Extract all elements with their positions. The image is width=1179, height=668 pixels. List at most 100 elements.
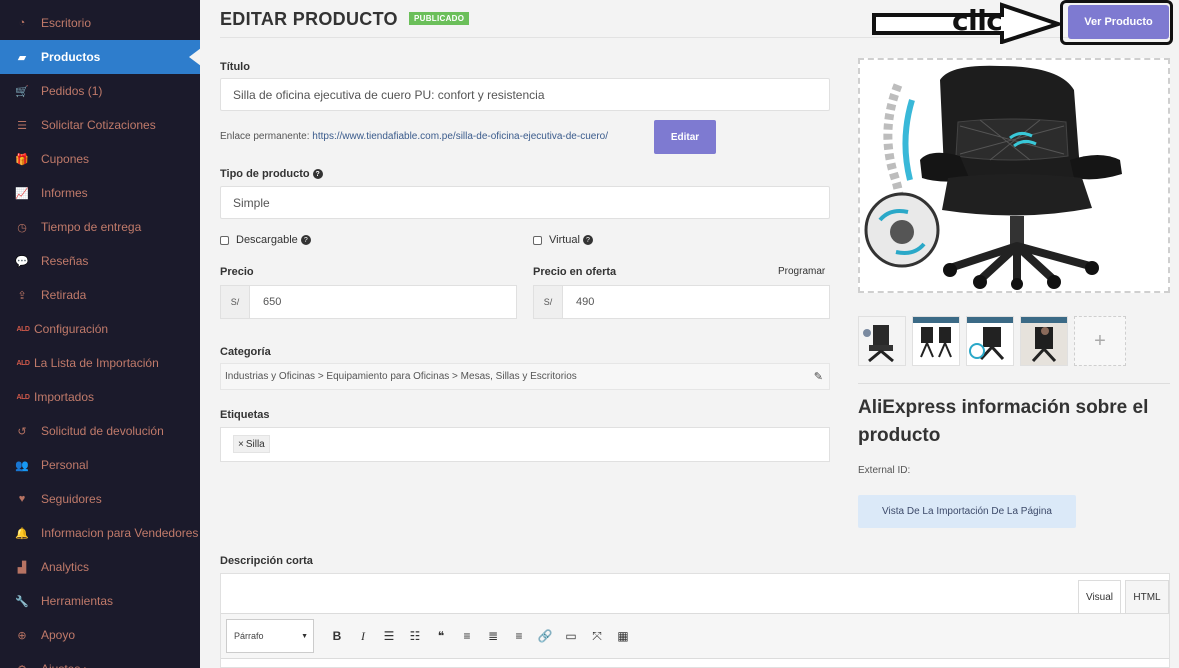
title-input-value: Silla de oficina ejecutiva de cuero PU: … bbox=[233, 87, 545, 102]
sidebar-item-label: Seguidores bbox=[41, 492, 102, 506]
sidebar-item[interactable]: ALD Configuración bbox=[0, 312, 200, 346]
globe-icon: ⊕ bbox=[17, 629, 27, 642]
virtual-label: Virtual bbox=[549, 234, 580, 246]
thumbnail[interactable] bbox=[966, 316, 1014, 366]
edit-icon[interactable]: ✎ bbox=[814, 370, 823, 383]
sidebar-item[interactable]: 🔧 Herramientas bbox=[0, 584, 200, 618]
product-type-value: Simple bbox=[233, 195, 270, 210]
price-label: Precio bbox=[220, 266, 254, 278]
editor-toolbar: Párrafo ▼ B I ☰ ☷ ❝ ≡ ≣ ≡ 🔗 ▭ ⤧ ▦ bbox=[221, 613, 1169, 659]
product-image[interactable] bbox=[858, 58, 1170, 293]
virtual-checkbox[interactable]: Virtual? bbox=[533, 234, 593, 246]
sidebar-item[interactable]: 🎁 Cupones bbox=[0, 142, 200, 176]
sidebar-item-label: Analytics bbox=[41, 560, 90, 574]
bullet-list-icon[interactable]: ☰ bbox=[379, 626, 399, 646]
aliexpress-logo-icon: ALD bbox=[16, 359, 30, 367]
cart-icon: 🛒 bbox=[15, 85, 29, 98]
view-product-button[interactable]: Ver Producto bbox=[1068, 5, 1169, 39]
remove-tag-icon[interactable]: × bbox=[238, 439, 244, 450]
category-label: Categoría bbox=[220, 346, 271, 358]
schedule-link[interactable]: Programar bbox=[778, 266, 825, 277]
heart-icon: ♥ bbox=[18, 493, 26, 505]
checkbox-box[interactable] bbox=[533, 235, 542, 245]
blockquote-icon[interactable]: ❝ bbox=[431, 626, 451, 646]
category-field[interactable]: Industrias y Oficinas > Equipamiento par… bbox=[220, 363, 830, 390]
help-icon[interactable]: ? bbox=[312, 169, 323, 180]
annotation-text: clic bbox=[952, 4, 1003, 37]
align-left-icon[interactable]: ≡ bbox=[457, 626, 477, 646]
caret-down-icon: ▼ bbox=[301, 633, 308, 640]
price-input[interactable]: S/ 650 bbox=[220, 285, 517, 319]
title-input[interactable]: Silla de oficina ejecutiva de cuero PU: … bbox=[220, 78, 830, 111]
sidebar-item[interactable]: 👥 Personal bbox=[0, 448, 200, 482]
sidebar-item[interactable]: ▟ Analytics bbox=[0, 550, 200, 584]
permalink: Enlace permanente: https://www.tiendafia… bbox=[220, 131, 608, 142]
sidebar-item-label: Solicitar Cotizaciones bbox=[41, 118, 156, 132]
sidebar-item-label: Herramientas bbox=[41, 594, 114, 608]
thumbnail[interactable] bbox=[1020, 316, 1068, 366]
sidebar-item-label: Ajustes › bbox=[41, 662, 88, 668]
bold-icon[interactable]: B bbox=[327, 626, 347, 646]
product-type-select[interactable]: Simple bbox=[220, 186, 830, 219]
sidebar-item[interactable]: ⊕ Apoyo bbox=[0, 618, 200, 652]
sidebar-item-label: Informacion para Vendedores bbox=[41, 526, 199, 540]
sidebar-item[interactable]: ♥ Seguidores bbox=[0, 482, 200, 516]
edit-permalink-button[interactable]: Editar bbox=[654, 120, 716, 154]
sidebar-menu: ◔ Escritorio ▰ Productos 🛒 Pedidos (1) ☰ Solici… bbox=[0, 6, 200, 668]
help-icon[interactable]: ? bbox=[582, 235, 593, 245]
sale-price-value: 490 bbox=[576, 296, 595, 308]
sidebar-item[interactable]: 🔔 Informacion para Vendedores bbox=[0, 516, 200, 550]
sidebar-item[interactable]: 💬 Reseñas bbox=[0, 244, 200, 278]
sidebar-item[interactable]: ▰ Productos bbox=[0, 40, 200, 74]
tag-label: Silla bbox=[245, 438, 265, 450]
users-icon: 👥 bbox=[15, 459, 29, 472]
link-icon[interactable]: 🔗 bbox=[535, 626, 555, 646]
sidebar-item[interactable]: 🛒 Pedidos (1) bbox=[0, 74, 200, 108]
short-description-label: Descripción corta bbox=[220, 555, 313, 567]
thumbnail[interactable] bbox=[858, 316, 906, 366]
fullscreen-icon[interactable]: ⤧ bbox=[587, 626, 607, 646]
sidebar-item[interactable]: 📈 Informes bbox=[0, 176, 200, 210]
sidebar: ◔ Escritorio ▰ Productos 🛒 Pedidos (1) ☰ Solici… bbox=[0, 0, 200, 668]
italic-icon[interactable]: I bbox=[353, 626, 373, 646]
sale-price-input[interactable]: S/ 490 bbox=[533, 285, 830, 319]
sidebar-item[interactable]: ALD La Lista de Importación bbox=[0, 346, 200, 380]
sidebar-item[interactable]: ⚙ Ajustes › bbox=[0, 652, 200, 668]
sidebar-item[interactable]: ⇪ Retirada bbox=[0, 278, 200, 312]
price-value: 650 bbox=[263, 296, 282, 308]
sidebar-item[interactable]: ◷ Tiempo de entrega bbox=[0, 210, 200, 244]
read-more-icon[interactable]: ▭ bbox=[561, 626, 581, 646]
downloadable-checkbox[interactable]: Descargable? bbox=[220, 234, 311, 246]
gear-icon: ⚙ bbox=[14, 662, 30, 668]
view-import-page-button[interactable]: Vista De La Importación De La Página bbox=[858, 495, 1076, 528]
tags-label: Etiquetas bbox=[220, 409, 270, 421]
align-right-icon[interactable]: ≡ bbox=[509, 626, 529, 646]
add-image-button[interactable]: + bbox=[1074, 316, 1126, 366]
numbered-list-icon[interactable]: ☷ bbox=[405, 626, 425, 646]
chart-line-icon: 📈 bbox=[15, 187, 29, 200]
aliexpress-logo-icon: ALD bbox=[16, 393, 30, 401]
tab-html[interactable]: HTML bbox=[1125, 580, 1169, 613]
help-icon[interactable]: ? bbox=[300, 235, 311, 245]
format-select[interactable]: Párrafo ▼ bbox=[226, 619, 314, 653]
thumbnail[interactable] bbox=[912, 316, 960, 366]
sidebar-item-label: Solicitud de devolución bbox=[41, 424, 164, 438]
external-id-label: External ID: bbox=[858, 465, 911, 476]
bell-icon: 🔔 bbox=[15, 527, 29, 540]
sidebar-item[interactable]: ☰ Solicitar Cotizaciones bbox=[0, 108, 200, 142]
tag-chip: × Silla bbox=[233, 435, 270, 453]
tags-input[interactable]: × Silla bbox=[220, 427, 830, 462]
sidebar-item[interactable]: ALD Importados bbox=[0, 380, 200, 414]
dashboard-icon: ◔ bbox=[18, 17, 26, 29]
align-center-icon[interactable]: ≣ bbox=[483, 626, 503, 646]
briefcase-icon: ▰ bbox=[17, 51, 27, 64]
permalink-url[interactable]: https://www.tiendafiable.com.pe/silla-de… bbox=[312, 131, 608, 142]
toolbar-toggle-icon[interactable]: ▦ bbox=[613, 626, 633, 646]
checkbox-box[interactable] bbox=[220, 235, 229, 245]
sidebar-item[interactable]: ◔ Escritorio bbox=[0, 6, 200, 40]
aliexpress-logo-icon: ALD bbox=[16, 325, 30, 333]
tab-visual[interactable]: Visual bbox=[1078, 580, 1121, 613]
sidebar-item-label: Personal bbox=[41, 458, 89, 472]
sidebar-item[interactable]: ↺ Solicitud de devolución bbox=[0, 414, 200, 448]
sidebar-item-label: La Lista de Importación bbox=[34, 356, 159, 370]
